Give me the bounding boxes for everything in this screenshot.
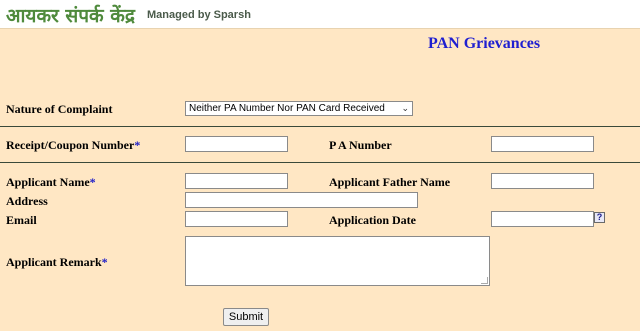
required-marker: *	[101, 255, 108, 269]
receipt-number-label-text: Receipt/Coupon Number	[6, 138, 135, 152]
father-name-input[interactable]	[491, 173, 594, 189]
pa-number-input[interactable]	[491, 136, 594, 152]
page-title: PAN Grievances	[428, 35, 541, 52]
applicant-remark-label: Applicant Remark*	[6, 255, 108, 270]
receipt-number-input[interactable]	[185, 136, 288, 152]
required-marker: *	[134, 138, 141, 152]
applicant-remark-label-text: Applicant Remark	[6, 255, 102, 269]
nature-of-complaint-label: Nature of Complaint	[6, 102, 113, 116]
logo-hindi: आयकर संपर्क केंद्र	[6, 5, 135, 27]
submit-button[interactable]: Submit	[223, 308, 269, 326]
divider	[0, 162, 640, 163]
pa-number-label: P A Number	[329, 138, 392, 152]
email-label: Email	[6, 213, 37, 227]
chevron-down-icon: ⌄	[401, 103, 409, 113]
required-marker: *	[89, 175, 96, 189]
nature-of-complaint-value: Neither PA Number Nor PAN Card Received	[189, 103, 385, 114]
managed-by-text: Managed by Sparsh	[147, 9, 251, 21]
applicant-name-label: Applicant Name*	[6, 175, 96, 190]
applicant-name-label-text: Applicant Name	[6, 175, 90, 189]
address-label: Address	[6, 194, 48, 208]
application-date-input[interactable]	[491, 211, 594, 227]
help-icon[interactable]: ?	[594, 212, 605, 223]
address-input[interactable]	[185, 192, 418, 208]
site-header: आयकर संपर्क केंद्र Managed by Sparsh	[0, 0, 640, 29]
divider	[0, 126, 640, 127]
receipt-number-label: Receipt/Coupon Number*	[6, 138, 140, 153]
nature-of-complaint-select[interactable]: Neither PA Number Nor PAN Card Received …	[185, 101, 413, 116]
applicant-remark-textarea[interactable]	[185, 236, 490, 286]
application-date-label: Application Date	[329, 213, 416, 227]
email-input[interactable]	[185, 211, 288, 227]
father-name-label: Applicant Father Name	[329, 175, 451, 189]
applicant-name-input[interactable]	[185, 173, 288, 189]
resize-grip-icon[interactable]	[481, 277, 488, 284]
